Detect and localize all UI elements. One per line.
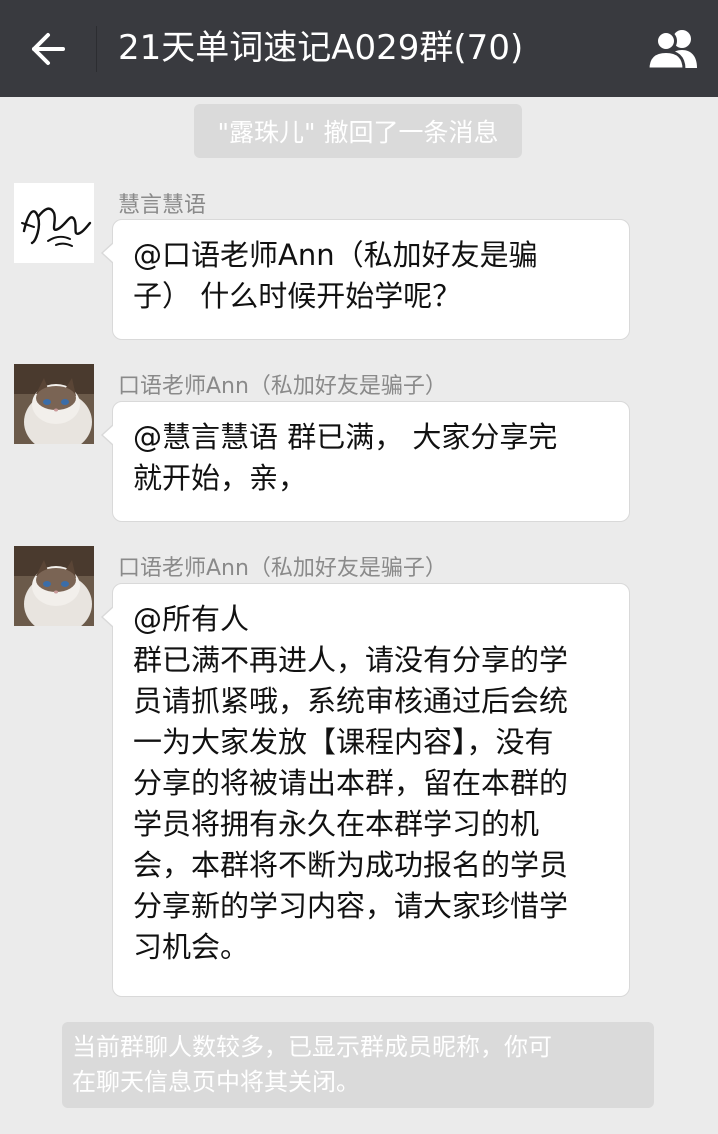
signature-avatar-image: [21, 207, 92, 247]
notice-line: 当前群聊人数较多，已显示群成员昵称，你可: [72, 1033, 552, 1061]
message-line: 群已满不再进人，请没有分享的学: [133, 643, 569, 677]
notice-line: 在聊天信息页中将其关闭。: [72, 1068, 360, 1096]
signature-avatar[interactable]: [14, 183, 94, 263]
message-line: 会，本群将不断为成功报名的学员: [133, 848, 569, 882]
message-line: 就开始，亲，: [133, 461, 308, 495]
nickname-display-notice: 当前群聊人数较多，已显示群成员昵称，你可 在聊天信息页中将其关闭。: [62, 1022, 654, 1108]
chat-header: 21天单词速记A029群(70): [0, 0, 718, 97]
message-line: 分享新的学习内容，请大家珍惜学: [133, 889, 569, 923]
message-bubble[interactable]: @所有人 群已满不再进人，请没有分享的学 员请抓紧哦，系统审核通过后会统 一为大…: [101, 583, 630, 997]
back-button[interactable]: [22, 26, 74, 72]
header-divider: [96, 26, 97, 72]
message-line: 一为大家发放【课程内容】，没有: [133, 725, 554, 759]
sender-name: 口语老师Ann（私加好友是骗子）: [118, 374, 447, 399]
sender-name: 慧言慧语: [118, 193, 207, 218]
message-line: 子） 什么时候开始学呢？: [133, 279, 462, 313]
sender-name: 口语老师Ann（私加好友是骗子）: [118, 556, 447, 581]
message-line: @慧言慧语 群已满， 大家分享完: [133, 420, 558, 454]
message-line: 分享的将被请出本群，留在本群的: [133, 766, 569, 800]
message-line: @所有人: [133, 602, 250, 636]
arrow-left-icon: [32, 33, 65, 65]
message-bubble[interactable]: @慧言慧语 群已满， 大家分享完 就开始，亲，: [101, 401, 630, 522]
message-line: 员请抓紧哦，系统审核通过后会统: [133, 684, 569, 718]
cat-avatar[interactable]: [14, 364, 94, 444]
group-members-button[interactable]: [642, 24, 704, 74]
message-bubble[interactable]: @口语老师Ann（私加好友是骗 子） 什么时候开始学呢？: [101, 219, 630, 340]
cat-avatar-image: [14, 364, 94, 444]
cat-avatar[interactable]: [14, 546, 94, 626]
message-line: @口语老师Ann（私加好友是骗: [133, 238, 538, 272]
group-members-icon: [646, 30, 697, 70]
message-line: 习机会。: [133, 930, 250, 964]
cat-avatar-image: [14, 546, 94, 626]
chat-title: 21天单词速记A029群(70): [118, 28, 524, 68]
message-line: 学员将拥有永久在本群学习的机: [133, 807, 540, 841]
recall-notice: "露珠儿" 撤回了一条消息: [194, 104, 522, 158]
